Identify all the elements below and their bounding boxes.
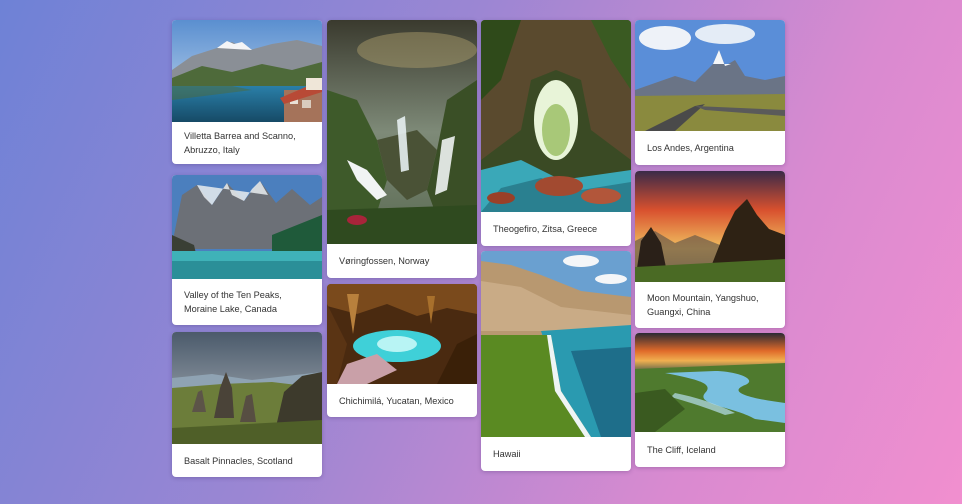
rock-pinnacles-photo bbox=[172, 332, 322, 444]
stone-arch-river-photo bbox=[481, 20, 631, 212]
photo-card-los-andes[interactable]: Los Andes, Argentina bbox=[635, 20, 785, 165]
photo-caption: Moon Mountain, Yangshuo, Guangxi, China bbox=[647, 293, 759, 317]
green-sand-beach-photo bbox=[481, 251, 631, 437]
photo-card-basalt-pinnacles[interactable]: Basalt Pinnacles, Scotland bbox=[172, 332, 322, 477]
sunset-peaks-photo bbox=[635, 171, 785, 282]
river-sunset-photo bbox=[635, 333, 785, 432]
photo-caption: Theogefiro, Zitsa, Greece bbox=[493, 224, 598, 234]
photo-card-the-cliff[interactable]: The Cliff, Iceland bbox=[635, 333, 785, 467]
photo-card-chichimila[interactable]: Chichimilá, Yucatan, Mexico bbox=[327, 284, 477, 417]
photo-caption: Chichimilá, Yucatan, Mexico bbox=[339, 395, 454, 406]
photo-card-voringfossen[interactable]: Vøringfossen, Norway bbox=[327, 20, 477, 278]
photo-caption: Vøringfossen, Norway bbox=[339, 256, 430, 266]
photo-caption: Hawaii bbox=[493, 449, 521, 459]
photo-caption: Basalt Pinnacles, Scotland bbox=[184, 455, 293, 466]
photo-card-moon-mountain[interactable]: Moon Mountain, Yangshuo, Guangxi, China bbox=[635, 171, 785, 328]
photo-card-villetta-barrea[interactable]: Villetta Barrea and Scanno, Abruzzo, Ita… bbox=[172, 20, 322, 164]
mountain-lake-photo bbox=[172, 175, 322, 279]
waterfall-canyon-photo bbox=[327, 20, 477, 244]
photo-card-valley-ten-peaks[interactable]: Valley of the Ten Peaks, Moraine Lake, C… bbox=[172, 175, 322, 325]
photo-card-hawaii[interactable]: Hawaii bbox=[481, 251, 631, 471]
cave-cenote-photo bbox=[327, 284, 477, 384]
andes-road-photo bbox=[635, 20, 785, 131]
photo-gallery: Villetta Barrea and Scanno, Abruzzo, Ita… bbox=[172, 20, 786, 504]
photo-caption: Villetta Barrea and Scanno, Abruzzo, Ita… bbox=[184, 131, 296, 155]
photo-card-theogefiro[interactable]: Theogefiro, Zitsa, Greece bbox=[481, 20, 631, 246]
photo-caption: The Cliff, Iceland bbox=[647, 444, 716, 455]
lake-town-mountains-photo bbox=[172, 20, 322, 122]
photo-caption: Los Andes, Argentina bbox=[647, 143, 734, 153]
photo-caption: Valley of the Ten Peaks, Moraine Lake, C… bbox=[184, 290, 282, 314]
